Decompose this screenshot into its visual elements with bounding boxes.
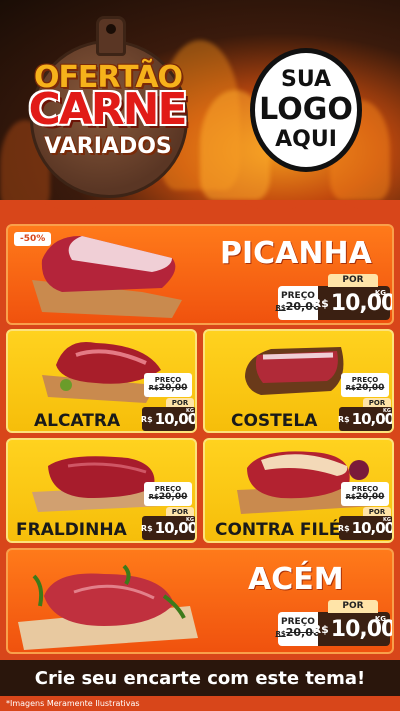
product-name: CONTRA FILÉ: [215, 520, 341, 540]
meat-image: [18, 564, 198, 650]
logo-text-line2: LOGO: [259, 91, 353, 127]
new-price-tag: R$ 10,00 KG: [140, 516, 195, 540]
currency-symbol: R$: [140, 523, 153, 533]
product-name: COSTELA: [231, 411, 318, 431]
product-card-picanha[interactable]: -50% PICANHA PREÇO R$20,00 R$ 10,00 KG P…: [6, 224, 394, 325]
new-price-block: R$ 10,00 KG: [337, 407, 392, 431]
new-price-block: R$ 10,00 KG: [140, 516, 195, 540]
disclaimer-text: *Imagens Meramente Ilustrativas: [6, 699, 140, 708]
new-price-tag: R$ 10,00 KG: [337, 407, 392, 431]
product-name: PICANHA: [220, 236, 372, 271]
cutting-board-hole: [106, 24, 116, 34]
old-price: R$20,00: [345, 382, 385, 393]
meat-image: [32, 235, 182, 318]
old-price-block: PREÇO R$20,00: [144, 482, 192, 506]
currency-symbol: R$: [140, 414, 153, 424]
old-price: R$20,00: [148, 382, 188, 393]
old-price-block: PREÇO R$20,00: [341, 482, 389, 506]
new-price-tag: R$ 10,00 KG: [140, 407, 195, 431]
price-tag: PREÇO R$20,00: [341, 482, 389, 506]
cta-text: Crie seu encarte com este tema!: [34, 667, 366, 689]
price-tag: PREÇO R$20,00 R$ 10,00 KG: [275, 612, 392, 646]
price-tag: PREÇO R$20,00: [144, 373, 192, 397]
flyer-page: OFERTÃO CARNE VARIADOS SUA LOGO AQUI -50…: [0, 0, 400, 711]
new-price-block: R$ 10,00 KG: [337, 516, 392, 540]
currency-symbol: R$: [337, 414, 350, 424]
cta-bar[interactable]: Crie seu encarte com este tema!: [0, 660, 400, 696]
price-tag: PREÇO R$20,00 R$ 10,00 KG: [275, 286, 392, 320]
currency-symbol: R$: [312, 296, 329, 310]
logo-placeholder: SUA LOGO AQUI: [250, 48, 362, 172]
header-banner: OFERTÃO CARNE VARIADOS SUA LOGO AQUI: [0, 0, 400, 215]
new-price-block: R$ 10,00 KG: [140, 407, 195, 431]
currency-symbol: R$: [337, 523, 350, 533]
unit-label: KG: [383, 408, 391, 414]
product-name: FRALDINHA: [16, 520, 127, 540]
old-price: R$20,00: [148, 491, 188, 502]
meat-image: [245, 347, 344, 395]
old-price: R$20,00: [345, 491, 385, 502]
por-label: POR: [328, 274, 378, 287]
product-card-acem[interactable]: ACÉM PREÇO R$20,00 R$ 10,00 KG POR: [6, 548, 394, 654]
unit-label: KG: [374, 289, 386, 297]
currency-symbol: R$: [312, 622, 329, 636]
unit-label: KG: [383, 517, 391, 523]
unit-label: KG: [186, 517, 194, 523]
unit-label: KG: [186, 408, 194, 414]
headline-carne: CARNE: [28, 84, 187, 135]
headline-variados: VARIADOS: [44, 134, 172, 159]
product-card-contra-file[interactable]: CONTRA FILÉ PREÇO R$20,00 POR R$ 10,00 K…: [203, 438, 394, 543]
unit-label: KG: [374, 615, 386, 623]
product-card-alcatra[interactable]: ALCATRA PREÇO R$20,00 POR R$ 10,00 KG: [6, 329, 197, 433]
old-price-block: PREÇO R$20,00: [144, 373, 192, 397]
logo-text-line1: SUA: [280, 67, 332, 93]
old-price-block: PREÇO R$20,00: [341, 373, 389, 397]
wave-divider: [0, 201, 400, 216]
new-price-tag: R$ 10,00 KG: [337, 516, 392, 540]
new-price-block: R$ 10,00 KG: [313, 286, 392, 320]
product-name: ALCATRA: [34, 411, 121, 431]
product-card-fraldinha[interactable]: FRALDINHA PREÇO R$20,00 POR R$ 10,00 KG: [6, 438, 197, 543]
product-card-costela[interactable]: COSTELA PREÇO R$20,00 POR R$ 10,00 KG: [203, 329, 394, 433]
new-price-block: R$ 10,00 KG: [313, 612, 392, 646]
cutting-board-handle: [96, 16, 126, 56]
product-name: ACÉM: [248, 562, 344, 597]
por-label: POR: [328, 600, 378, 613]
price-tag: PREÇO R$20,00: [144, 482, 192, 506]
logo-text-line3: AQUI: [275, 127, 337, 153]
price-tag: PREÇO R$20,00: [341, 373, 389, 397]
